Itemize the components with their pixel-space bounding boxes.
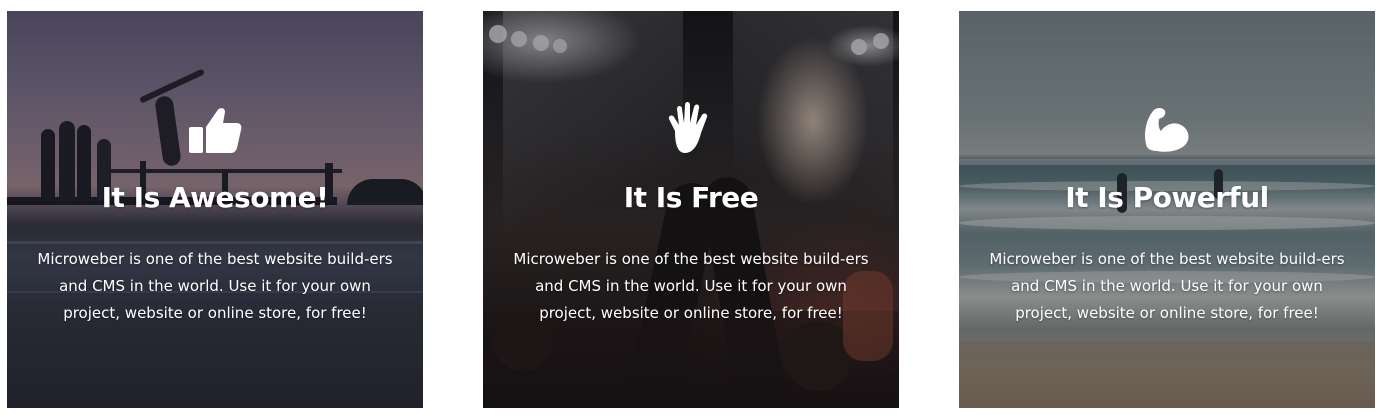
- card-title: It Is Powerful: [1065, 181, 1269, 214]
- card-description: Microweber is one of the best website bu…: [513, 250, 869, 322]
- flexed-biceps-icon: [1139, 101, 1195, 157]
- card-description: Microweber is one of the best website bu…: [37, 250, 393, 322]
- features-row: It Is Awesome! Microweber is one of the …: [0, 0, 1383, 419]
- card-title: It Is Free: [623, 181, 759, 214]
- feature-card-free: It Is Free Microweber is one of the best…: [483, 11, 899, 408]
- card-description: Microweber is one of the best website bu…: [989, 250, 1345, 322]
- raised-hand-icon: [663, 101, 719, 157]
- feature-card-powerful: It Is Powerful Microweber is one of the …: [959, 11, 1375, 408]
- card-title: It Is Awesome!: [101, 181, 329, 214]
- feature-card-awesome: It Is Awesome! Microweber is one of the …: [7, 11, 423, 408]
- thumbs-up-icon: [187, 101, 243, 157]
